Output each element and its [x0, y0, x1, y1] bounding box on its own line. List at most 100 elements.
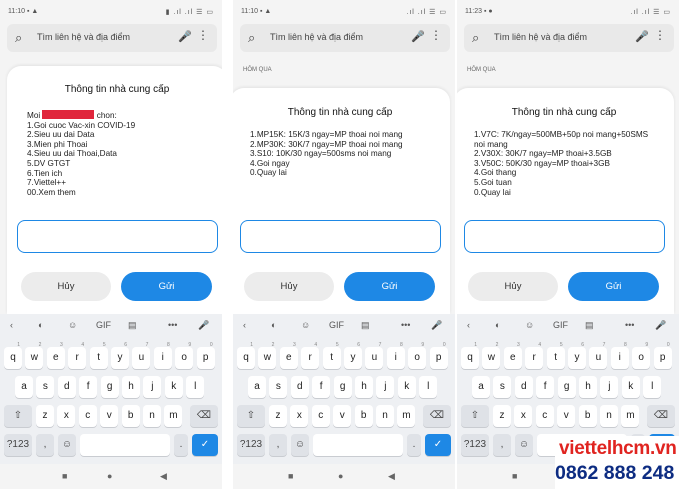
contact-search-bar[interactable]: ⌕ Tìm liên hệ và địa điểm 🎤 ⋮: [464, 24, 674, 52]
more-options-icon[interactable]: ⋮: [430, 28, 442, 42]
key-m[interactable]: m: [397, 405, 416, 427]
key-i[interactable]: i8: [610, 342, 629, 369]
key-t[interactable]: t5: [546, 342, 565, 369]
clipboard-icon[interactable]: ▤: [128, 320, 137, 331]
key-d[interactable]: d: [57, 376, 76, 398]
sticker-icon[interactable]: ☺: [301, 320, 310, 330]
key-q[interactable]: q1: [237, 342, 255, 369]
key-k[interactable]: k: [397, 376, 416, 398]
key-b[interactable]: b: [354, 405, 373, 427]
key-y[interactable]: y6: [568, 342, 586, 369]
comma-key[interactable]: ,: [493, 434, 511, 456]
back-icon[interactable]: ◀: [388, 471, 395, 482]
key-v[interactable]: v: [100, 405, 119, 427]
key-s[interactable]: s: [493, 376, 512, 398]
key-u[interactable]: u7: [589, 342, 608, 369]
key-w[interactable]: w2: [258, 342, 277, 369]
shift-key[interactable]: ⇧: [4, 405, 32, 427]
keyboard-back-icon[interactable]: ‹: [467, 320, 470, 330]
key-p[interactable]: p0: [653, 342, 672, 369]
microphone-icon[interactable]: 🎤: [635, 30, 649, 43]
key-n[interactable]: n: [376, 405, 394, 427]
key-b[interactable]: b: [578, 405, 597, 427]
key-e[interactable]: e3: [503, 342, 522, 369]
key-q[interactable]: q1: [4, 342, 22, 369]
key-r[interactable]: r4: [68, 342, 87, 369]
symbols-key[interactable]: ?123: [237, 434, 265, 456]
key-x[interactable]: x: [57, 405, 76, 427]
key-w[interactable]: w2: [25, 342, 44, 369]
key-a[interactable]: a: [248, 376, 266, 398]
gif-button[interactable]: GIF: [553, 320, 568, 330]
voice-input-icon[interactable]: 🎤: [431, 320, 442, 331]
symbols-key[interactable]: ?123: [461, 434, 489, 456]
key-y[interactable]: y6: [344, 342, 362, 369]
key-m[interactable]: m: [164, 405, 183, 427]
symbols-key[interactable]: ?123: [4, 434, 32, 456]
key-c[interactable]: c: [78, 405, 97, 427]
key-r[interactable]: r4: [525, 342, 544, 369]
sticker-icon[interactable]: ☺: [525, 320, 534, 330]
space-key[interactable]: [313, 434, 403, 456]
period-key[interactable]: .: [174, 434, 188, 456]
theme-icon[interactable]: ◐: [495, 320, 500, 330]
key-p[interactable]: p0: [429, 342, 448, 369]
key-i[interactable]: i8: [386, 342, 405, 369]
search-input[interactable]: Tìm liên hệ và địa điểm: [37, 32, 130, 42]
emoji-key[interactable]: ☺: [515, 434, 533, 456]
home-icon[interactable]: ●: [107, 471, 112, 481]
key-h[interactable]: h: [122, 376, 140, 398]
comma-key[interactable]: ,: [269, 434, 287, 456]
key-c[interactable]: c: [311, 405, 330, 427]
key-p[interactable]: p0: [196, 342, 215, 369]
recents-icon[interactable]: ■: [512, 471, 517, 481]
emoji-key[interactable]: ☺: [58, 434, 76, 456]
voice-input-icon[interactable]: 🎤: [655, 320, 666, 331]
key-n[interactable]: n: [600, 405, 618, 427]
recents-icon[interactable]: ■: [288, 471, 293, 481]
key-m[interactable]: m: [621, 405, 640, 427]
key-g[interactable]: g: [100, 376, 119, 398]
backspace-key[interactable]: ⌫: [190, 405, 218, 427]
more-icon[interactable]: •••: [625, 320, 634, 330]
key-h[interactable]: h: [355, 376, 373, 398]
key-a[interactable]: a: [472, 376, 490, 398]
key-c[interactable]: c: [535, 405, 554, 427]
key-o[interactable]: o9: [175, 342, 194, 369]
key-g[interactable]: g: [333, 376, 352, 398]
key-j[interactable]: j: [600, 376, 619, 398]
key-i[interactable]: i8: [153, 342, 172, 369]
voice-input-icon[interactable]: 🎤: [198, 320, 209, 331]
clipboard-icon[interactable]: ▤: [361, 320, 370, 331]
key-l[interactable]: l: [419, 376, 438, 398]
more-icon[interactable]: •••: [168, 320, 177, 330]
key-z[interactable]: z: [269, 405, 287, 427]
send-button[interactable]: Gửi: [568, 272, 659, 301]
clipboard-icon[interactable]: ▤: [585, 320, 594, 331]
key-f[interactable]: f: [536, 376, 555, 398]
key-s[interactable]: s: [269, 376, 288, 398]
comma-key[interactable]: ,: [36, 434, 54, 456]
key-f[interactable]: f: [312, 376, 331, 398]
key-z[interactable]: z: [36, 405, 54, 427]
key-l[interactable]: l: [186, 376, 205, 398]
send-button[interactable]: Gửi: [344, 272, 435, 301]
search-input[interactable]: Tìm liên hệ và địa điểm: [494, 32, 587, 42]
enter-key[interactable]: ✓: [425, 434, 451, 456]
key-t[interactable]: t5: [322, 342, 341, 369]
key-v[interactable]: v: [333, 405, 352, 427]
reply-input[interactable]: [17, 220, 218, 253]
key-l[interactable]: l: [643, 376, 662, 398]
keyboard-back-icon[interactable]: ‹: [243, 320, 246, 330]
key-r[interactable]: r4: [301, 342, 320, 369]
key-o[interactable]: o9: [408, 342, 427, 369]
microphone-icon[interactable]: 🎤: [178, 30, 192, 43]
theme-icon[interactable]: ◐: [271, 320, 276, 330]
contact-search-bar[interactable]: ⌕ Tìm liên hệ và địa điểm 🎤 ⋮: [7, 24, 217, 52]
recents-icon[interactable]: ■: [62, 471, 67, 481]
key-g[interactable]: g: [557, 376, 576, 398]
more-icon[interactable]: •••: [401, 320, 410, 330]
cancel-button[interactable]: Hủy: [21, 272, 111, 301]
key-d[interactable]: d: [514, 376, 533, 398]
key-k[interactable]: k: [164, 376, 183, 398]
